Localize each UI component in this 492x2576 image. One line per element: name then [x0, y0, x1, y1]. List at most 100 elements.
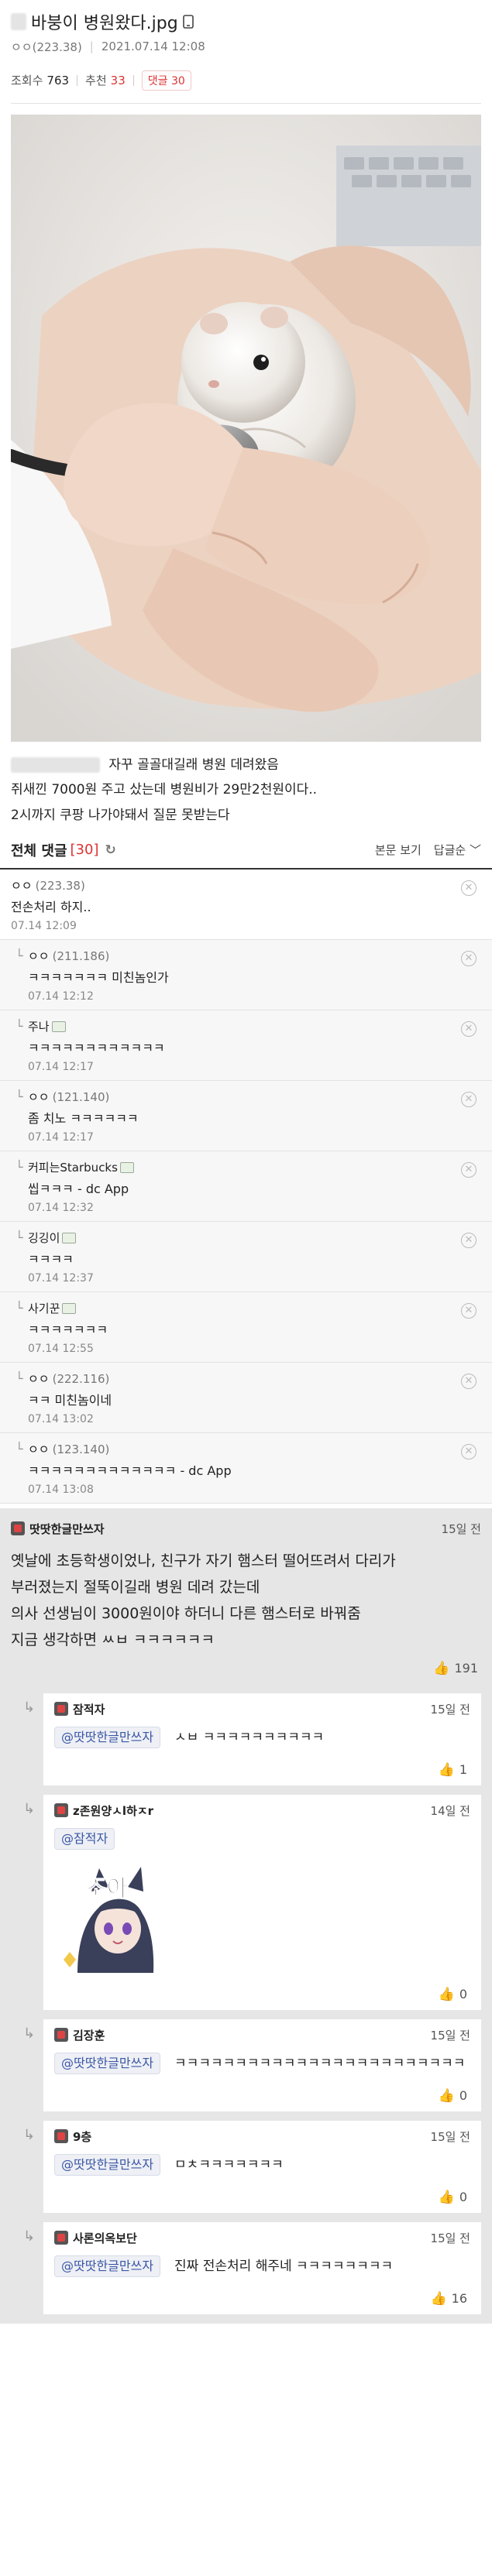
best-comment-when: 15일 전	[441, 1521, 481, 1536]
like-count: 0	[459, 1987, 467, 2002]
reply-card-author[interactable]: z존원양ㅅl하ㅈr	[54, 1803, 153, 1819]
post-author[interactable]: ㅇㅇ(223.38)	[11, 39, 82, 55]
delete-icon[interactable]: ✕	[461, 1091, 477, 1107]
comment-author[interactable]: ㅇㅇ (222.116)	[28, 1370, 481, 1387]
mobile-icon	[182, 15, 194, 29]
reply-card-nick: 9층	[73, 2129, 92, 2144]
reply-card-when: 15일 전	[430, 1702, 470, 1717]
comment-text: ㅋㅋ 미친놈이네	[28, 1392, 112, 1408]
recommend-count: 33	[110, 73, 126, 87]
mention-tag[interactable]: @땃땃한글만쓰자	[54, 2255, 161, 2277]
comment-author[interactable]: 주나	[28, 1018, 481, 1035]
delete-icon[interactable]: ✕	[461, 950, 477, 966]
reply-card-author[interactable]: 사론의옥보단	[54, 2230, 137, 2246]
reply-arrow-icon: └	[15, 1441, 23, 1456]
best-comment: 땃땃한글만쓰자 15일 전 옛날에 초등학생이었나, 친구가 자기 햄스터 떨어…	[0, 1516, 492, 1684]
mention-tag[interactable]: @땃땃한글만쓰자	[54, 2153, 161, 2176]
comment-time: 07.14 12:17	[28, 1060, 94, 1073]
view-body-button[interactable]: 본문 보기	[375, 842, 421, 858]
comment-ip: (123.140)	[52, 1442, 110, 1456]
delete-icon[interactable]: ✕	[461, 1302, 477, 1319]
like-button[interactable]: 👍 1	[54, 1762, 470, 1778]
refresh-icon[interactable]: ↻	[105, 842, 115, 858]
delete-icon[interactable]: ✕	[461, 1373, 477, 1389]
comments-title-group: 전체 댓글 [30] ↻	[11, 840, 116, 860]
like-count: 191	[454, 1661, 478, 1676]
reply-card-text: @땃땃한글만쓰자 진짜 전손처리 해주네 ㅋㅋㅋㅋㅋㅋㅋㅋ	[54, 2255, 470, 2277]
reply-arrow-icon: ↳	[23, 1800, 36, 1817]
reply-card-text: @땃땃한글만쓰자 ㅋㅋㅋㅋㅋㅋㅋㅋㅋㅋㅋㅋㅋㅋㅋㅋㅋㅋㅋㅋㅋㅋㅋㅋ	[54, 2052, 470, 2074]
stats-divider	[132, 74, 134, 86]
comment-nick: ㅇㅇ	[11, 878, 33, 893]
comment-nick: ㅇㅇ	[28, 1089, 50, 1104]
comment-author[interactable]: ㅇㅇ (223.38)	[11, 877, 481, 894]
user-badge-icon	[54, 2129, 68, 2144]
reply-item: └ 커피는Starbucks 씹ㅋㅋㅋ - dc App 07.14 12:32…	[0, 1151, 492, 1222]
reply-arrow-icon: └	[15, 948, 23, 963]
reply-card-header: 9층 15일 전	[54, 2128, 470, 2145]
delete-icon[interactable]: ✕	[461, 880, 477, 896]
like-button[interactable]: 👍 16	[54, 2291, 470, 2307]
user-badge-icon	[54, 1803, 68, 1818]
post-header: 바붕이 병원왔다.jpg ㅇㅇ(223.38) | 2021.07.14 12:…	[0, 0, 492, 104]
anime-girl-sticker-illustration: 조아	[54, 1860, 167, 1973]
post-date: 2021.07.14 12:08	[101, 39, 205, 53]
reply-card-author[interactable]: 잠적자	[54, 1701, 105, 1717]
dccon-sticker[interactable]: 조아	[54, 1860, 167, 1973]
delete-icon[interactable]: ✕	[461, 1161, 477, 1178]
post-image-hamster[interactable]	[11, 115, 481, 742]
comments-count: [30]	[70, 842, 99, 859]
gallog-icon[interactable]	[62, 1303, 77, 1315]
comment-text: ㅋㅋㅋㅋㅋㅋㅋ	[28, 1322, 108, 1337]
best-comment-author[interactable]: 땃땃한글만쓰자	[11, 1521, 105, 1537]
mention-tag[interactable]: @땃땃한글만쓰자	[54, 2052, 161, 2074]
reply-item: └ ㅇㅇ (123.140) ㅋㅋㅋㅋㅋㅋㅋㅋㅋㅋㅋㅋㅋ - dc App 07.…	[0, 1432, 492, 1504]
reply-label: 댓글	[147, 74, 168, 87]
gallog-icon[interactable]	[51, 1021, 66, 1033]
best-comment-line: 부러졌는지 절뚝이길래 병원 데려 갔는데	[11, 1578, 260, 1596]
redacted-block	[11, 757, 100, 773]
delete-icon[interactable]: ✕	[461, 1232, 477, 1248]
like-button[interactable]: 👍 0	[54, 2190, 470, 2205]
sort-dropdown[interactable]: 답글순 ﹀	[434, 842, 481, 858]
comment-ip: (223.38)	[35, 878, 85, 893]
reply-card-when: 14일 전	[430, 1803, 470, 1818]
comment-author[interactable]: 커피는Starbucks	[28, 1159, 481, 1176]
like-button[interactable]: 👍 0	[54, 1987, 470, 2002]
comment-time: 07.14 12:37	[28, 1271, 94, 1285]
reply-card-nick: 잠적자	[73, 1702, 105, 1717]
delete-icon[interactable]: ✕	[461, 1443, 477, 1460]
comment-text: ㅋㅋㅋㅋㅋㅋㅋㅋㅋㅋㅋㅋ	[28, 1040, 165, 1055]
best-comment-nick: 땃땃한글만쓰자	[29, 1521, 105, 1536]
post-body-line: 2시까지 쿠팡 나가야돼서 질문 못받는다	[11, 807, 230, 823]
reply-card-author[interactable]: 김장훈	[54, 2027, 105, 2043]
like-button[interactable]: 👍 0	[54, 2088, 470, 2104]
comments-header: 전체 댓글 [30] ↻ 본문 보기 답글순 ﹀	[0, 832, 492, 870]
reply-card: ↳ z존원양ㅅl하ㅈr 14일 전 @잠적자 조아 👍 0	[23, 1794, 481, 2010]
comment-time: 07.14 12:55	[28, 1342, 94, 1355]
reply-card: ↳ 사론의옥보단 15일 전 @땃땃한글만쓰자 진짜 전손처리 해주네 ㅋㅋㅋㅋㅋ…	[23, 2221, 481, 2314]
comment-author[interactable]: ㅇㅇ (123.140)	[28, 1441, 481, 1458]
gallog-icon[interactable]	[62, 1233, 77, 1244]
delete-icon[interactable]: ✕	[461, 1020, 477, 1037]
comment-author[interactable]: ㅇㅇ (121.140)	[28, 1089, 481, 1106]
reply-card-nick: 사론의옥보단	[73, 2231, 137, 2245]
hamster-photo-illustration	[11, 115, 481, 742]
post-title: 바붕이 병원왔다.jpg	[31, 14, 178, 33]
comment-author[interactable]: ㅇㅇ (211.186)	[28, 948, 481, 965]
comment-author[interactable]: 깅깅이	[28, 1230, 481, 1247]
mention-tag[interactable]: @땃땃한글만쓰자	[54, 1726, 161, 1748]
reply-arrow-icon: └	[15, 1159, 23, 1175]
reply-count-button[interactable]: 댓글 30	[141, 70, 191, 91]
reply-card-header: z존원양ㅅl하ㅈr 14일 전	[54, 1803, 470, 1819]
comment-author[interactable]: 사기꾼	[28, 1300, 481, 1317]
chevron-down-icon: ﹀	[469, 843, 481, 858]
like-button[interactable]: 👍 191	[11, 1661, 481, 1676]
meta-separator: |	[89, 39, 94, 53]
comment-text: ㅋㅋㅋㅋㅋㅋㅋㅋㅋㅋㅋㅋㅋ - dc App	[28, 1463, 232, 1478]
comment-text: ㅋㅋㅋㅋ	[28, 1251, 74, 1267]
mention-tag[interactable]: @잠적자	[54, 1827, 115, 1850]
comment-nick: 사기꾼	[28, 1301, 60, 1315]
gallog-icon[interactable]	[119, 1162, 134, 1174]
reply-card-author[interactable]: 9층	[54, 2128, 91, 2145]
